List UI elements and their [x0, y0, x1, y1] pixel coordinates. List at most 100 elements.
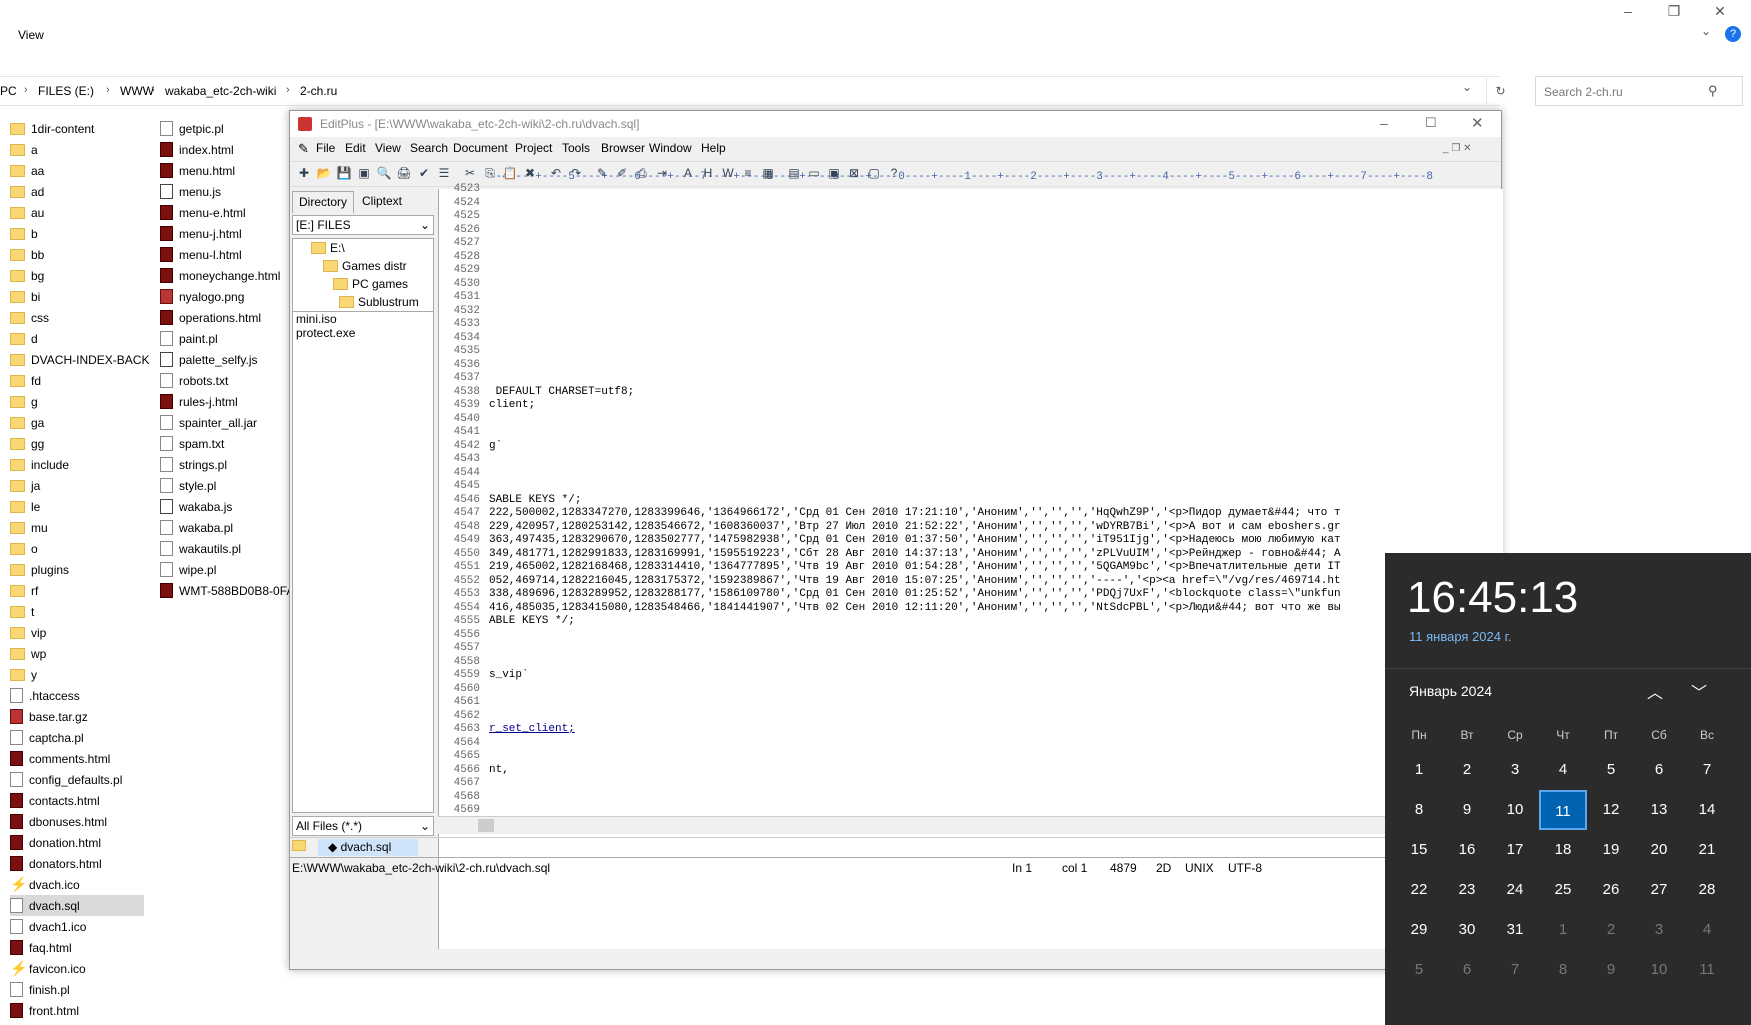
folder-item[interactable]: d — [10, 328, 144, 349]
save-icon[interactable]: 💾 — [336, 165, 352, 181]
calendar-day[interactable]: 20 — [1635, 830, 1683, 870]
breadcrumb-separator-icon[interactable]: › — [24, 84, 28, 96]
folder-item[interactable]: ad — [10, 181, 144, 202]
close-icon[interactable]: ✕ — [1471, 114, 1484, 132]
calendar-day[interactable]: 25 — [1539, 870, 1587, 910]
file-item[interactable]: wakaba.pl — [160, 517, 290, 538]
calendar-day[interactable]: 31 — [1491, 910, 1539, 950]
close-file-icon[interactable]: ⊠ — [846, 165, 862, 181]
calendar-day[interactable]: 10 — [1491, 790, 1539, 830]
undo-icon[interactable]: ↶ — [548, 165, 564, 181]
tree-item[interactable]: PC games — [293, 275, 433, 293]
doc-tab[interactable]: ◆ dvach.sql — [318, 839, 418, 856]
calendar-day[interactable]: 2 — [1443, 750, 1491, 790]
calendar-day[interactable]: 17 — [1491, 830, 1539, 870]
menu-edit[interactable]: Edit — [345, 141, 366, 155]
file-item[interactable]: captcha.pl — [10, 727, 144, 748]
folder-item[interactable]: t — [10, 601, 144, 622]
breadcrumb-separator-icon[interactable]: › — [286, 84, 290, 96]
file-item[interactable]: operations.html — [160, 307, 290, 328]
calendar-day[interactable]: 15 — [1395, 830, 1443, 870]
file-item[interactable]: menu.html — [160, 160, 290, 181]
folder-item[interactable]: wp — [10, 643, 144, 664]
folder-item[interactable]: 1dir-content — [10, 118, 144, 139]
restore-icon[interactable]: ❐ — [1651, 0, 1697, 24]
minimize-icon[interactable]: – — [1380, 115, 1388, 131]
calendar-day[interactable]: 26 — [1587, 870, 1635, 910]
minimize-icon[interactable]: – — [1605, 0, 1651, 24]
cliptext-icon[interactable]: ☰ — [436, 165, 452, 181]
duplicate-icon[interactable]: ⎙ — [634, 165, 650, 181]
folder-item[interactable]: include — [10, 454, 144, 475]
file-item[interactable]: donation.html — [10, 832, 144, 853]
calendar-day[interactable]: 6 — [1635, 750, 1683, 790]
month-label[interactable]: Январь 2024 — [1409, 683, 1492, 699]
file-item[interactable]: comments.html — [10, 748, 144, 769]
tree-item[interactable]: Sublustrum — [293, 293, 433, 311]
child-minimize-icon[interactable]: _ ❐ ✕ — [1443, 143, 1471, 154]
menu-browser[interactable]: Browser — [601, 141, 645, 155]
calendar-day[interactable]: 22 — [1395, 870, 1443, 910]
refresh-icon[interactable]: ↻ — [1486, 78, 1514, 104]
folder-item[interactable]: le — [10, 496, 144, 517]
calendar-day[interactable]: 4 — [1683, 910, 1731, 950]
menu-document[interactable]: Document — [453, 141, 508, 155]
calendar-day[interactable]: 9 — [1443, 790, 1491, 830]
chevron-down-icon[interactable]: ⌄ — [1701, 24, 1711, 38]
calendar-day[interactable]: 11 — [1539, 790, 1587, 830]
menu-project[interactable]: Project — [515, 141, 552, 155]
calendar-day[interactable]: 16 — [1443, 830, 1491, 870]
file-item[interactable]: .htaccess — [10, 685, 144, 706]
word-wrap-icon[interactable]: W — [720, 165, 736, 181]
maximize-icon[interactable]: ☐ — [1425, 115, 1437, 131]
menu-help[interactable]: Help — [701, 141, 726, 155]
preview-icon[interactable]: 🔍 — [376, 165, 392, 181]
breadcrumb-item[interactable]: wakaba_etc-2ch-wiki — [165, 84, 276, 98]
calendar-day[interactable]: 2 — [1587, 910, 1635, 950]
calendar-day[interactable]: 30 — [1443, 910, 1491, 950]
tree-item[interactable]: E:\ — [293, 239, 433, 257]
chevron-up-icon[interactable]: ︿ — [1647, 679, 1663, 703]
file-item[interactable]: menu-l.html — [160, 244, 290, 265]
chevron-down-icon[interactable]: ⌄ — [1462, 80, 1472, 94]
calendar-day[interactable]: 28 — [1683, 870, 1731, 910]
file-item[interactable]: front.html — [10, 1000, 144, 1021]
calendar-day[interactable]: 27 — [1635, 870, 1683, 910]
calendar-day[interactable]: 1 — [1539, 910, 1587, 950]
menu-file[interactable]: File — [316, 141, 335, 155]
save-all-icon[interactable]: ▣ — [356, 165, 372, 181]
folder-item[interactable]: o — [10, 538, 144, 559]
close-icon[interactable]: ✕ — [1697, 0, 1743, 24]
folder-item[interactable]: DVACH-INDEX-BACK — [10, 349, 149, 370]
folder-item[interactable]: css — [10, 307, 144, 328]
file-item[interactable]: wakaba.js — [160, 496, 290, 517]
breadcrumb-item[interactable]: FILES (E:) — [38, 84, 94, 98]
folder-item[interactable]: au — [10, 202, 144, 223]
file-item[interactable]: finish.pl — [10, 979, 144, 1000]
folder-item[interactable]: plugins — [10, 559, 144, 580]
print-icon[interactable]: 🖨 — [396, 165, 412, 181]
file-item[interactable]: menu-j.html — [160, 223, 290, 244]
calendar-day[interactable]: 4 — [1539, 750, 1587, 790]
calendar-day[interactable]: 5 — [1395, 950, 1443, 990]
calendar-day[interactable]: 29 — [1395, 910, 1443, 950]
calendar-day[interactable]: 11 — [1683, 950, 1731, 990]
folder-item[interactable]: g — [10, 391, 144, 412]
list-icon[interactable]: ≡ — [740, 165, 756, 181]
file-item[interactable]: WMT-588BD0B8-0FA9 — [160, 580, 290, 601]
calendar-day[interactable]: 8 — [1539, 950, 1587, 990]
folder-item[interactable]: y — [10, 664, 144, 685]
calendar-day[interactable]: 8 — [1395, 790, 1443, 830]
file-item[interactable]: moneychange.html — [160, 265, 290, 286]
file-item[interactable]: robots.txt — [160, 370, 290, 391]
calendar-day[interactable]: 21 — [1683, 830, 1731, 870]
file-item[interactable]: paint.pl — [160, 328, 290, 349]
paste-icon[interactable]: 📋 — [502, 165, 518, 181]
tab-cliptext[interactable]: Cliptext — [356, 191, 408, 213]
menu-view[interactable]: View — [18, 28, 44, 42]
grid-icon[interactable]: ▤ — [786, 165, 802, 181]
breadcrumb-item[interactable]: WWW — [120, 84, 154, 98]
file-item[interactable]: strings.pl — [160, 454, 290, 475]
filter-select[interactable]: All Files (*.*) ⌄ — [292, 816, 434, 836]
file-item[interactable]: protect.exe — [293, 326, 433, 340]
